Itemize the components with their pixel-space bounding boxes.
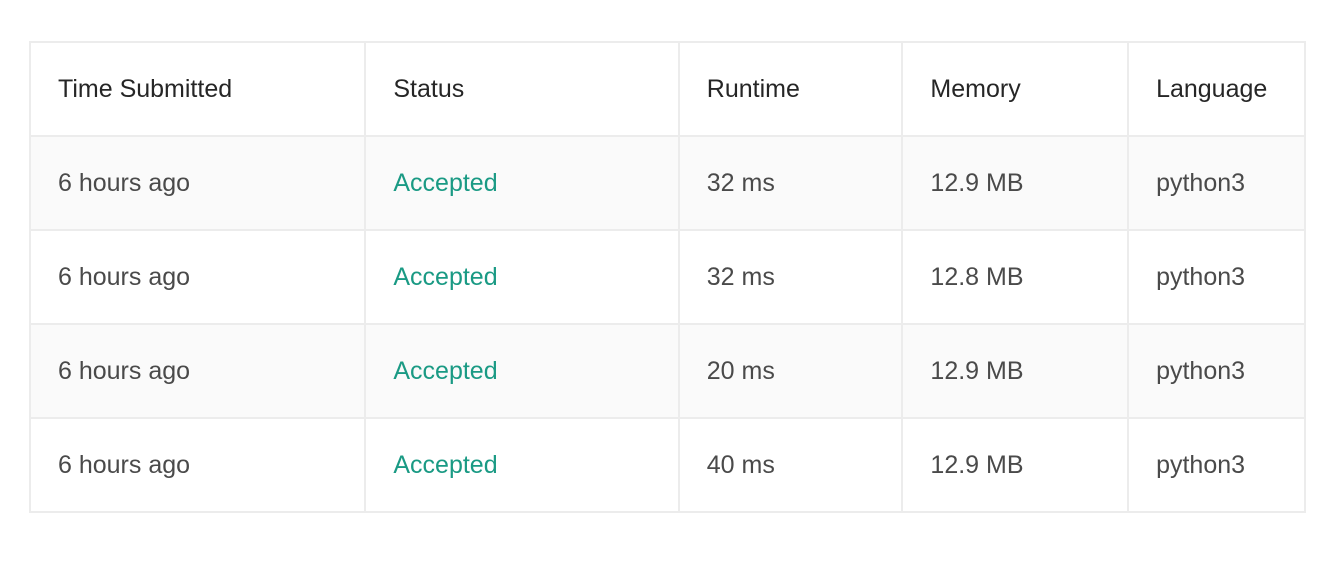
time-cell: 6 hours ago <box>28 135 367 231</box>
language-cell: python3 <box>1127 135 1306 231</box>
header-runtime[interactable]: Runtime <box>677 41 904 137</box>
time-cell: 6 hours ago <box>28 323 367 419</box>
submissions-table: Time Submitted Status Runtime Memory Lan… <box>28 41 1306 513</box>
language-cell: python3 <box>1127 323 1306 419</box>
language-cell: python3 <box>1127 417 1306 513</box>
header-memory[interactable]: Memory <box>901 41 1130 137</box>
table-row: 6 hours ago Accepted 40 ms 12.9 MB python3 <box>28 417 1306 513</box>
status-link[interactable]: Accepted <box>364 417 680 513</box>
status-link[interactable]: Accepted <box>364 135 680 231</box>
memory-cell: 12.8 MB <box>901 229 1130 325</box>
table-row: 6 hours ago Accepted 32 ms 12.8 MB python3 <box>28 229 1306 325</box>
runtime-cell: 20 ms <box>677 323 904 419</box>
header-time-submitted[interactable]: Time Submitted <box>28 41 367 137</box>
runtime-cell: 40 ms <box>677 417 904 513</box>
time-cell: 6 hours ago <box>28 229 367 325</box>
memory-cell: 12.9 MB <box>901 417 1130 513</box>
table-row: 6 hours ago Accepted 20 ms 12.9 MB python3 <box>28 323 1306 419</box>
language-cell: python3 <box>1127 229 1306 325</box>
runtime-cell: 32 ms <box>677 229 904 325</box>
memory-cell: 12.9 MB <box>901 323 1130 419</box>
memory-cell: 12.9 MB <box>901 135 1130 231</box>
header-status[interactable]: Status <box>364 41 680 137</box>
time-cell: 6 hours ago <box>28 417 367 513</box>
table-row: 6 hours ago Accepted 32 ms 12.9 MB python3 <box>28 135 1306 231</box>
header-row: Time Submitted Status Runtime Memory Lan… <box>28 41 1306 137</box>
status-link[interactable]: Accepted <box>364 229 680 325</box>
status-link[interactable]: Accepted <box>364 323 680 419</box>
header-language[interactable]: Language <box>1127 41 1306 137</box>
runtime-cell: 32 ms <box>677 135 904 231</box>
